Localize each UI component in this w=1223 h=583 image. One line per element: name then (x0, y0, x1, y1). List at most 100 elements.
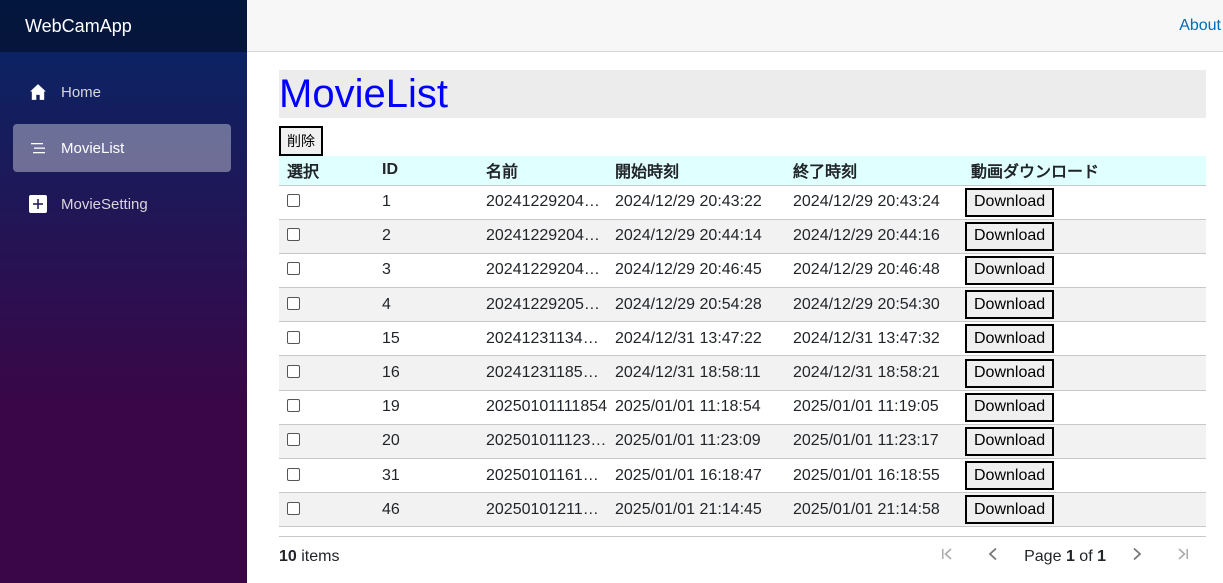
current-page: 1 (1065, 547, 1075, 565)
end-cell: 2024/12/29 20:46:48 (793, 261, 940, 279)
delete-button[interactable]: 削除 (279, 126, 323, 156)
row-checkbox[interactable] (287, 296, 300, 310)
id-cell: 20 (382, 432, 400, 450)
id-cell: 46 (382, 500, 400, 518)
id-cell: 15 (382, 329, 400, 347)
next-page-icon[interactable] (1114, 547, 1160, 566)
download-button[interactable]: Download (965, 221, 1055, 251)
header-name[interactable]: 名前 (478, 156, 607, 186)
header-end[interactable]: 終了時刻 (785, 156, 963, 186)
nav-item-movielist[interactable]: MovieList (13, 124, 231, 172)
select-cell (279, 185, 374, 219)
row-checkbox[interactable] (287, 365, 300, 379)
top-bar: About (247, 0, 1223, 52)
row-checkbox[interactable] (287, 330, 300, 344)
page-indicator: Page 1 of 1 (1024, 548, 1106, 566)
download-cell: Download (963, 253, 1206, 287)
download-button[interactable]: Download (965, 358, 1055, 388)
start-cell: 2025/01/01 11:23:09 (615, 432, 761, 450)
row-checkbox[interactable] (287, 194, 300, 208)
table-row: 31 20250101161847 2025/01/01 16:18:47 2025/… (279, 459, 1206, 493)
select-cell (279, 288, 374, 322)
download-button[interactable]: Download (965, 324, 1055, 354)
header-download[interactable]: 動画ダウンロード (963, 156, 1206, 186)
name-cell: 20241229205428 (486, 295, 607, 313)
id-cell: 1 (382, 193, 391, 211)
name-cell: 20250101112309 (486, 432, 607, 450)
name-cell: 20250101161847 (486, 466, 607, 484)
header-select[interactable]: 選択 (279, 156, 374, 186)
table-row: 16 20241231185811 2024/12/31 18:58:11 2024/… (279, 355, 1206, 391)
select-cell (279, 322, 374, 356)
nav-item-moviesetting[interactable]: MovieSetting (13, 180, 231, 228)
row-checkbox[interactable] (287, 228, 300, 242)
nav-label: MovieSetting (61, 195, 148, 213)
end-cell: 2024/12/29 20:43:24 (793, 193, 940, 211)
row-checkbox[interactable] (287, 399, 300, 413)
total-pages: 1 (1097, 547, 1106, 565)
id-cell: 2 (382, 227, 391, 245)
download-button[interactable]: Download (965, 290, 1055, 320)
select-cell (279, 390, 374, 424)
page-title: MovieList (279, 72, 448, 116)
home-icon (29, 83, 47, 101)
row-checkbox[interactable] (287, 501, 300, 515)
start-cell: 2024/12/29 20:44:14 (615, 227, 762, 245)
table-row: 2 20241229204414 2024/12/29 20:44:14 2024/1… (279, 219, 1206, 254)
id-cell: 19 (382, 398, 400, 416)
download-cell: Download (963, 288, 1206, 322)
download-cell: Download (963, 493, 1206, 527)
sidebar: WebCamApp Home MovieList MovieSetting (0, 0, 247, 583)
download-button[interactable]: Download (965, 255, 1055, 285)
download-button[interactable]: Download (965, 461, 1055, 491)
name-cell: 20241229204645 (486, 261, 607, 279)
select-cell (279, 424, 374, 458)
table-row: 20 20250101112309 2025/01/01 11:23:09 2025/… (279, 424, 1206, 459)
download-cell: Download (963, 219, 1206, 253)
download-button[interactable]: Download (965, 495, 1055, 525)
page-word: Page (1024, 547, 1062, 565)
row-checkbox[interactable] (287, 262, 300, 276)
download-button[interactable]: Download (965, 426, 1055, 456)
start-cell: 2025/01/01 16:18:47 (615, 466, 762, 484)
download-cell: Download (963, 424, 1206, 458)
last-page-icon[interactable] (1160, 547, 1206, 566)
download-button[interactable]: Download (965, 187, 1055, 217)
select-cell (279, 356, 374, 390)
header-id[interactable]: ID (374, 156, 478, 186)
id-cell: 31 (382, 466, 400, 484)
table-row: 15 20241231134722 2024/12/31 13:47:22 2024/… (279, 322, 1206, 356)
item-count-label: items (301, 547, 340, 565)
start-cell: 2025/01/01 21:14:45 (615, 500, 762, 518)
name-cell: 20241231185811 (486, 364, 607, 382)
header-start[interactable]: 開始時刻 (607, 156, 785, 186)
name-cell: 20241231134722 (486, 329, 607, 347)
table-row: 4 20241229205428 2024/12/29 20:54:28 2024/1… (279, 287, 1206, 322)
title-bar: MovieList (279, 70, 1206, 118)
start-cell: 2024/12/29 20:54:28 (615, 295, 762, 313)
download-button[interactable]: Download (965, 392, 1055, 422)
table-header-row: 選択 ID 名前 開始時刻 終了時刻 動画ダウンロード (279, 156, 1206, 186)
list-icon (29, 139, 47, 157)
row-checkbox[interactable] (287, 433, 300, 447)
about-link[interactable]: About (1179, 17, 1221, 35)
table-row: 19 20250101111854 2025/01/01 11:18:54 2025/… (279, 390, 1206, 425)
id-cell: 16 (382, 364, 400, 382)
first-page-icon[interactable] (924, 547, 970, 566)
prev-page-icon[interactable] (970, 547, 1016, 566)
table-row: 1 20241229204322 2024/12/29 20:43:22 2024/1… (279, 185, 1206, 220)
select-cell (279, 253, 374, 287)
of-word: of (1079, 547, 1093, 565)
start-cell: 2024/12/31 13:47:22 (615, 329, 762, 347)
name-cell: 20241229204414 (486, 227, 607, 245)
end-cell: 2024/12/29 20:44:16 (793, 227, 940, 245)
brand-link[interactable]: WebCamApp (25, 16, 132, 37)
nav-item-home[interactable]: Home (13, 68, 231, 116)
start-cell: 2025/01/01 11:18:54 (615, 398, 761, 416)
name-cell: 20250101211445 (486, 500, 607, 518)
start-cell: 2024/12/29 20:43:22 (615, 193, 762, 211)
brand-bar: WebCamApp (0, 0, 247, 52)
row-checkbox[interactable] (287, 467, 300, 481)
end-cell: 2025/01/01 11:19:05 (793, 398, 939, 416)
download-cell: Download (963, 322, 1206, 356)
